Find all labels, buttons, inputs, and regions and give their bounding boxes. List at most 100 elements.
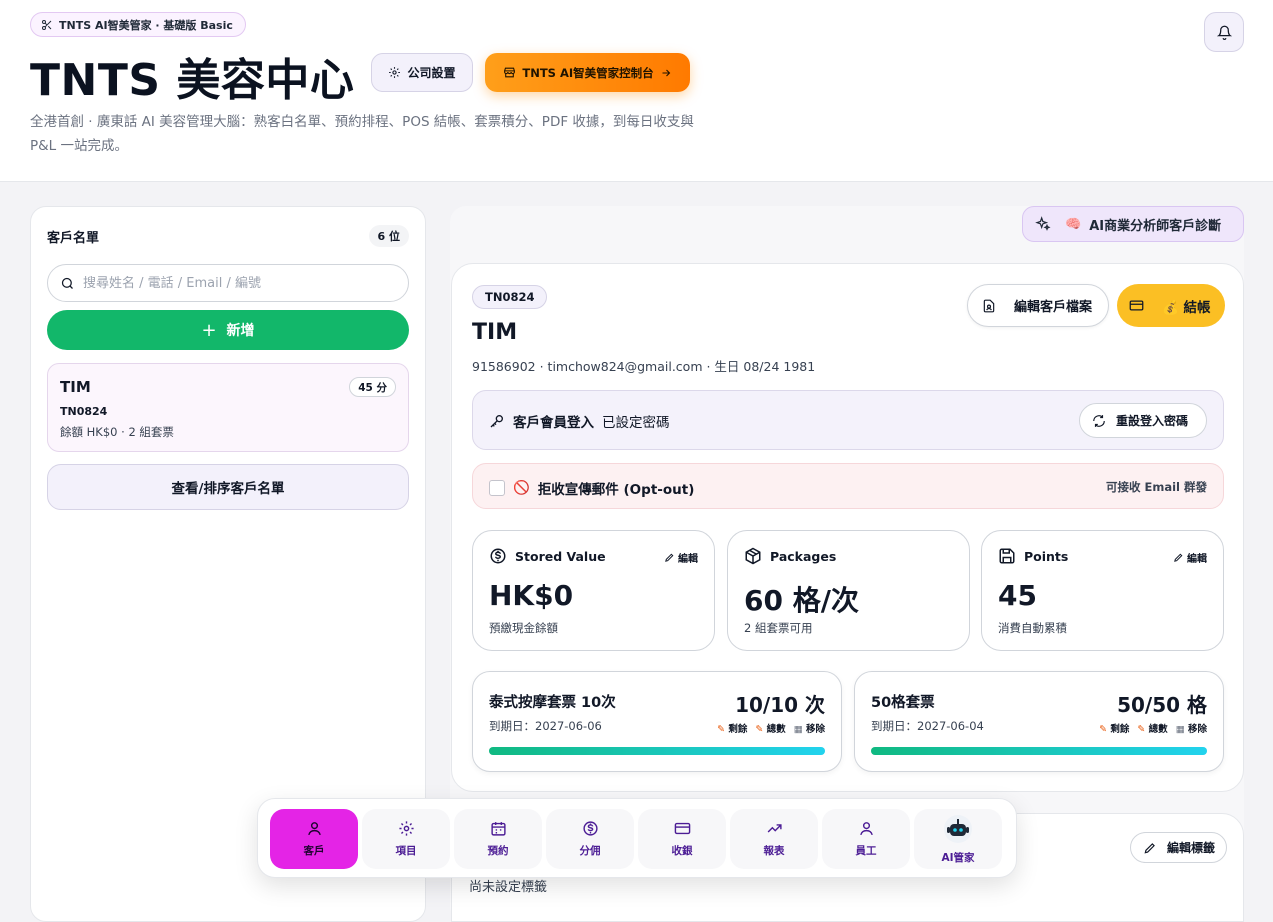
nav-item-label: 客戶 xyxy=(303,845,325,857)
points-edit-button[interactable]: 編輯 xyxy=(1173,550,1207,565)
user-icon xyxy=(859,822,873,836)
stored-value-edit-button[interactable]: 編輯 xyxy=(664,550,698,565)
company-settings-button[interactable]: 公司設置 xyxy=(371,53,473,92)
pencil-icon: ✎ xyxy=(1137,724,1146,735)
package-remove-button[interactable]: ▦ 移除 xyxy=(1176,721,1207,735)
package-total-button[interactable]: ✎ 總數 xyxy=(1137,721,1167,735)
tags-empty-text: 尚未設定標籤 xyxy=(469,880,548,895)
package-progress-bar xyxy=(871,747,1207,755)
ai-diagnosis-button[interactable]: 🧠 AI商業分析師客戶診斷 xyxy=(1022,206,1244,242)
package-remaining-label: 剩餘 xyxy=(1110,724,1130,735)
customer-search-input[interactable] xyxy=(83,275,383,291)
package-remaining-label: 剩餘 xyxy=(728,724,748,735)
pencil-icon: ✎ xyxy=(1099,724,1108,735)
package-name: 泰式按摩套票 10次 xyxy=(489,695,616,711)
checkout-label: 結帳 xyxy=(1183,299,1211,316)
scissors-icon xyxy=(42,19,52,30)
nav-item-ai-butler[interactable]: AI管家 xyxy=(914,809,1002,869)
nav-item-label: 收銀 xyxy=(671,845,693,857)
customer-list-title: 客戶名單 xyxy=(47,231,100,246)
package-total-label: 總數 xyxy=(766,724,786,735)
nav-item-label: 報表 xyxy=(763,845,785,857)
stored-value-title: Stored Value xyxy=(515,548,606,564)
package-remaining-button[interactable]: ✎ 剩餘 xyxy=(717,721,747,735)
pencil-icon: ✎ xyxy=(755,724,764,735)
package-card: 泰式按摩套票 10次 10/10 次 到期日：2027-06-06 ✎ 剩餘 ✎… xyxy=(472,671,842,772)
nav-item-commission[interactable]: 分佣 xyxy=(546,809,634,869)
no-entry-emoji: 🚫 xyxy=(513,480,530,496)
pencil-icon xyxy=(1144,842,1155,853)
company-settings-label: 公司設置 xyxy=(407,66,456,80)
customer-code-pill: TN0824 xyxy=(472,285,548,309)
points-amount: 45 xyxy=(998,579,1037,612)
nav-item-label: 分佣 xyxy=(579,845,601,857)
package-remove-button[interactable]: ▦ 移除 xyxy=(794,721,825,735)
add-customer-button[interactable]: + 新增 xyxy=(47,310,409,350)
gear-icon xyxy=(389,67,401,78)
package-icon xyxy=(745,547,761,565)
gear-icon xyxy=(398,821,414,836)
stored-value-amount: HK$0 xyxy=(489,579,574,612)
arrow-right-icon xyxy=(662,69,670,76)
package-remove-label: 移除 xyxy=(805,724,825,735)
optout-checkbox[interactable] xyxy=(489,480,505,496)
member-login-box: 客戶會員登入 已設定密碼 重設登入密碼 xyxy=(472,390,1224,450)
ai-diagnosis-label: AI商業分析師客戶診斷 xyxy=(1089,218,1222,234)
nav-item-services[interactable]: 項目 xyxy=(362,809,450,869)
add-customer-label: 新增 xyxy=(226,323,255,339)
edit-tags-button[interactable]: 編輯標籤 xyxy=(1130,832,1227,863)
package-count: 50/50 格 xyxy=(1117,693,1207,717)
dollar-icon xyxy=(582,821,598,836)
brain-emoji: 🧠 xyxy=(1065,216,1082,232)
customer-list-item[interactable]: TIM 45 分 TN0824 餘額 HK$0 · 2 組套票 xyxy=(47,363,409,452)
nav-item-booking[interactable]: 預約 xyxy=(454,809,542,869)
edit-customer-file-button[interactable]: 編輯客戶檔案 xyxy=(967,284,1109,327)
package-expiry: 到期日：2027-06-04 xyxy=(871,719,984,733)
search-icon xyxy=(61,277,73,289)
customer-score-badge: 45 分 xyxy=(349,377,396,397)
optout-label: 拒收宣傳郵件 (Opt-out) xyxy=(537,482,695,498)
customer-summary: 餘額 HK$0 · 2 組套票 xyxy=(60,425,174,439)
package-remaining-button[interactable]: ✎ 剩餘 xyxy=(1099,721,1129,735)
nav-item-staff[interactable]: 員工 xyxy=(822,809,910,869)
package-card: 50格套票 50/50 格 到期日：2027-06-04 ✎ 剩餘 ✎ 總數 ▦… xyxy=(854,671,1224,772)
optout-status: 可接收 Email 群發 xyxy=(1106,480,1207,494)
console-button[interactable]: TNTS AI智美管家控制台 xyxy=(485,53,690,92)
robot-icon xyxy=(944,814,972,843)
edit-tags-label: 編輯標籤 xyxy=(1167,841,1216,855)
package-total-button[interactable]: ✎ 總數 xyxy=(755,721,785,735)
trash-icon: ▦ xyxy=(1175,724,1185,735)
packages-amount: 60 格/次 xyxy=(744,584,859,617)
refresh-icon xyxy=(1093,414,1105,427)
user-icon xyxy=(307,822,321,836)
page-title: TNTS 美容中心 xyxy=(30,55,355,106)
credit-card-icon xyxy=(1129,300,1144,311)
nav-item-cashier[interactable]: 收銀 xyxy=(638,809,726,869)
bottom-navigation: 客戶 項目 預約 分佣 收銀 報表 員工 AI管家 xyxy=(257,798,1017,878)
nav-item-label: 項目 xyxy=(395,845,417,857)
checkout-button[interactable]: 💰 結帳 xyxy=(1117,284,1225,327)
stored-value-edit-label: 編輯 xyxy=(678,554,698,565)
nav-item-reports[interactable]: 報表 xyxy=(730,809,818,869)
nav-item-customers[interactable]: 客戶 xyxy=(270,809,358,869)
package-remove-label: 移除 xyxy=(1187,724,1207,735)
customer-detail-card: TN0824 TIM 91586902 · timchow824@gmail.c… xyxy=(451,263,1244,792)
stored-value-subtitle: 預繳現金餘額 xyxy=(489,621,558,635)
customer-detail-name: TIM xyxy=(472,320,518,345)
store-icon xyxy=(504,67,516,78)
page-header: TNTS AI智美管家 · 基礎版 Basic TNTS 美容中心 公司設置 T… xyxy=(0,0,1273,182)
file-user-icon xyxy=(983,299,995,312)
customer-code: TN0824 xyxy=(60,405,108,418)
member-login-title: 客戶會員登入 xyxy=(513,415,594,431)
member-login-status: 已設定密碼 xyxy=(602,415,670,431)
packages-card: Packages 60 格/次 2 組套票可用 xyxy=(727,530,970,651)
package-progress-bar xyxy=(489,747,825,755)
pencil-icon xyxy=(1174,553,1183,562)
package-count: 10/10 次 xyxy=(735,693,825,717)
notifications-button[interactable] xyxy=(1204,12,1244,52)
view-sort-customers-button[interactable]: 查看/排序客戶名單 xyxy=(47,464,409,510)
optout-box: 🚫 拒收宣傳郵件 (Opt-out) 可接收 Email 群發 xyxy=(472,463,1224,509)
save-icon xyxy=(999,548,1015,564)
reset-password-button[interactable]: 重設登入密碼 xyxy=(1079,403,1207,438)
trash-icon: ▦ xyxy=(793,724,803,735)
